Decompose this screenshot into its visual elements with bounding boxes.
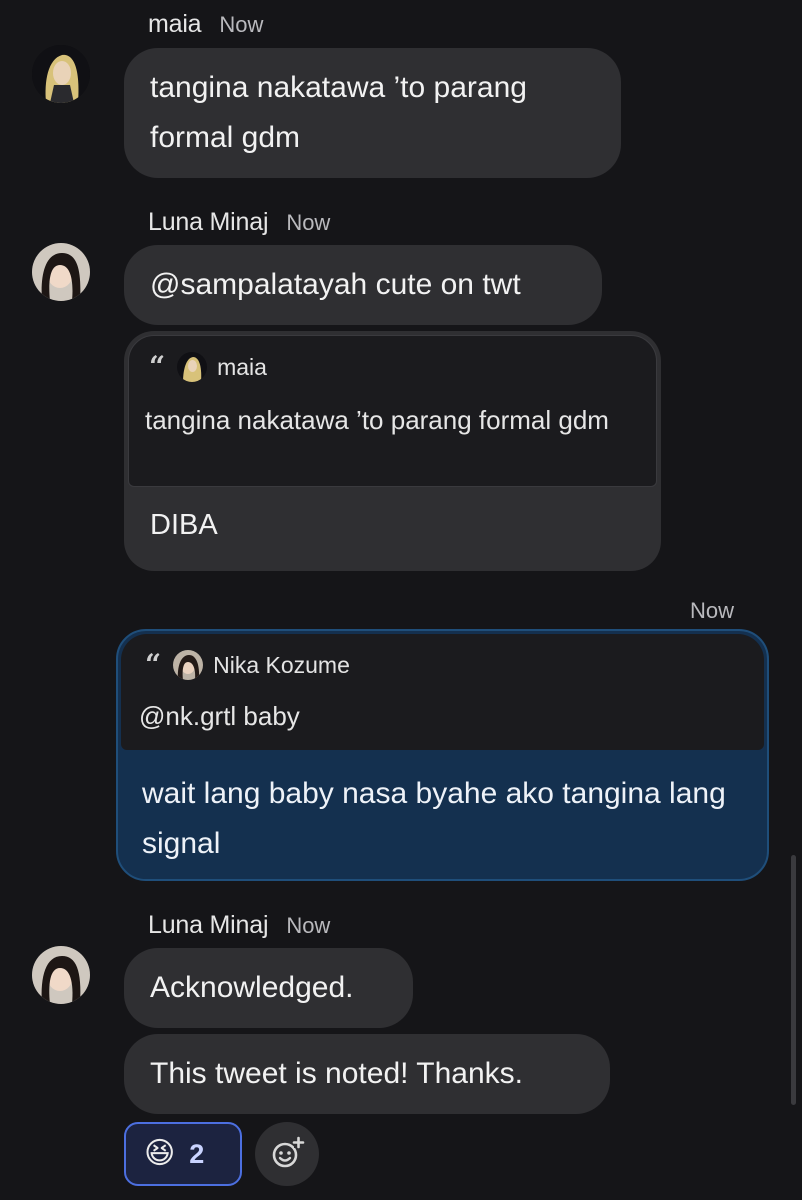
- quoted-message[interactable]: “ maia tangina nakatawa ’to parang forma…: [128, 335, 657, 487]
- message-text: @sampalatayah cute on twt: [150, 268, 521, 301]
- message-header: maia Now: [148, 10, 263, 39]
- message-text: Acknowledged.: [150, 971, 354, 1004]
- author-name[interactable]: maia: [148, 10, 202, 39]
- timestamp: Now: [690, 598, 735, 623]
- quote-icon: “: [145, 648, 162, 681]
- avatar[interactable]: [32, 243, 90, 301]
- avatar[interactable]: [32, 45, 90, 103]
- reaction-chip[interactable]: 😆 2: [124, 1122, 242, 1186]
- timestamp: Now: [286, 210, 331, 235]
- quoted-text: @nk.grtl baby: [139, 701, 300, 731]
- author-name[interactable]: Luna Minaj: [148, 208, 269, 237]
- quoted-author-name: Nika Kozume: [213, 651, 350, 678]
- quoted-author-avatar: [177, 352, 208, 382]
- quote-icon: “: [149, 350, 166, 383]
- timestamp: Now: [219, 12, 264, 37]
- message-header: Luna Minaj Now: [148, 208, 330, 237]
- message-bubble[interactable]: @sampalatayah cute on twt: [124, 245, 602, 325]
- add-reaction-icon: [272, 1136, 305, 1168]
- message-text: tangina nakatawa ’to parang formal gdm: [150, 71, 527, 154]
- own-message-bubble[interactable]: “ Nika Kozume @nk.grtl baby wait lang ba…: [116, 629, 769, 881]
- message-bubble[interactable]: This tweet is noted! Thanks.: [124, 1034, 610, 1114]
- message-header: Luna Minaj Now: [148, 911, 330, 940]
- avatar[interactable]: [32, 946, 90, 1004]
- author-name[interactable]: Luna Minaj: [148, 911, 269, 940]
- scrollbar[interactable]: [791, 855, 796, 1105]
- message-bubble[interactable]: Acknowledged.: [124, 948, 413, 1028]
- reaction-emoji: 😆: [144, 1137, 176, 1170]
- message-text: wait lang baby nasa byahe ako tangina la…: [142, 777, 726, 860]
- message-bubble[interactable]: tangina nakatawa ’to parang formal gdm: [124, 48, 621, 178]
- message-text: This tweet is noted! Thanks.: [150, 1057, 523, 1090]
- reply-text: DIBA: [150, 509, 218, 541]
- quoted-author-avatar: [173, 650, 204, 680]
- reply-bubble[interactable]: “ maia tangina nakatawa ’to parang forma…: [124, 331, 661, 571]
- quoted-author-name: maia: [217, 353, 267, 380]
- reaction-count: 2: [189, 1138, 205, 1169]
- add-reaction-button[interactable]: [255, 1122, 319, 1186]
- quoted-message[interactable]: “ Nika Kozume @nk.grtl baby: [121, 634, 764, 750]
- quoted-text: tangina nakatawa ’to parang formal gdm: [145, 405, 609, 435]
- timestamp: Now: [286, 913, 331, 938]
